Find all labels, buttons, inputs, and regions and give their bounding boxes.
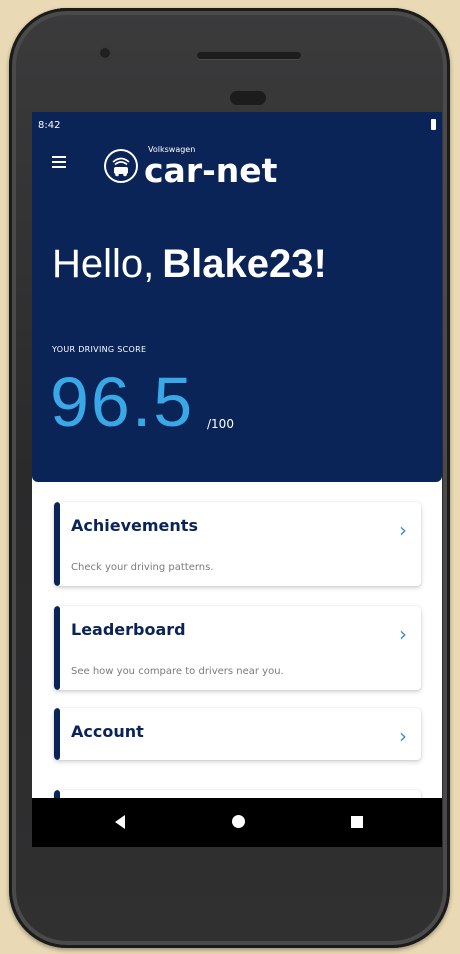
battery-icon — [431, 119, 436, 130]
chevron-right-icon[interactable]: › — [399, 622, 407, 646]
card-description: See how you compare to drivers near you. — [71, 666, 284, 677]
status-time: 8:42 — [38, 120, 61, 131]
card-accent-bar — [54, 708, 60, 760]
driving-score-label: YOUR DRIVING SCORE — [52, 345, 147, 354]
car-net-badge-icon — [104, 149, 138, 183]
logo-wordmark: car-net — [144, 151, 278, 190]
app-screen: 8:42 Volkswagen car-net Hello, Blake23! … — [32, 112, 442, 847]
card-accent-bar — [54, 606, 60, 690]
card-accent-bar — [54, 502, 60, 586]
system-navigation-bar — [32, 798, 442, 847]
card-leaderboard[interactable]: Leaderboard See how you compare to drive… — [54, 606, 421, 690]
card-description: Check your driving patterns. — [71, 562, 214, 573]
chevron-right-icon[interactable]: › — [399, 724, 407, 748]
card-title: Account — [71, 722, 144, 741]
hamburger-menu-icon[interactable] — [52, 156, 68, 170]
back-triangle-icon[interactable] — [115, 815, 125, 829]
card-account[interactable]: Account › — [54, 708, 421, 760]
proximity-sensor — [230, 91, 266, 105]
driving-score-max: /100 — [207, 417, 234, 431]
card-achievements[interactable]: Achievements Check your driving patterns… — [54, 502, 421, 586]
app-logo: Volkswagen car-net — [104, 145, 334, 190]
driving-score-value: 96.5 — [50, 363, 195, 441]
greeting-username: Blake23! — [162, 242, 327, 286]
card-title: Leaderboard — [71, 620, 186, 639]
home-circle-icon[interactable] — [232, 815, 245, 828]
greeting-heading: Hello, Blake23! — [52, 242, 327, 287]
header-panel: 8:42 Volkswagen car-net Hello, Blake23! … — [32, 112, 442, 482]
earpiece-speaker — [197, 52, 301, 59]
recent-square-icon[interactable] — [351, 816, 363, 828]
chevron-right-icon[interactable]: › — [399, 518, 407, 542]
card-title: Achievements — [71, 516, 198, 535]
front-camera — [98, 46, 112, 60]
greeting-hello: Hello, — [52, 242, 155, 286]
